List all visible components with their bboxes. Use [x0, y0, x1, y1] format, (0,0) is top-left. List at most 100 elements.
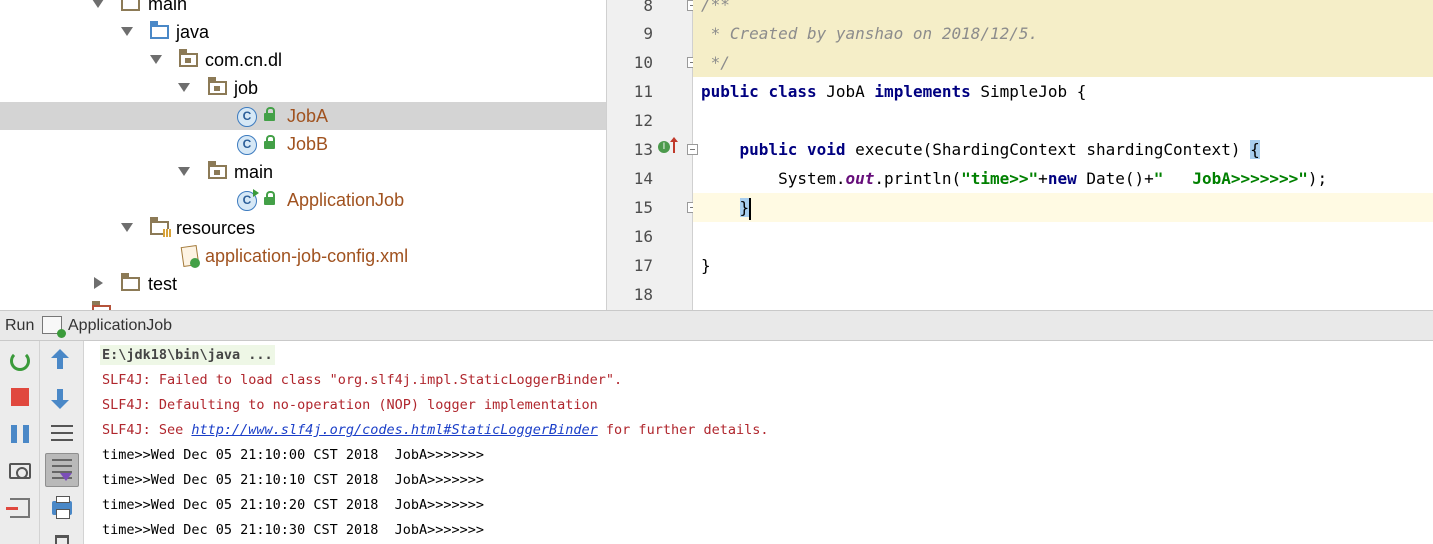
tree-item-main-package[interactable]: main: [0, 158, 606, 186]
code-text: +: [1038, 169, 1048, 188]
tree-item-job[interactable]: job: [0, 74, 606, 102]
tree-item-jobb[interactable]: C JobB: [0, 130, 606, 158]
run-configuration-icon: [42, 316, 66, 338]
pause-icon: [11, 425, 29, 443]
matched-brace: }: [739, 198, 750, 217]
line-number: 10: [633, 53, 653, 72]
console-error-line: SLF4J: Defaulting to no-operation (NOP) …: [102, 397, 598, 413]
keyword: public: [701, 82, 759, 101]
doc-comment: /**: [701, 0, 730, 14]
method-signature: execute(ShardingContext shardingContext): [855, 140, 1251, 159]
code-text: }: [701, 256, 711, 275]
code-line-16[interactable]: [693, 222, 1433, 251]
package-icon: [179, 49, 198, 67]
tree-item-applicationjob[interactable]: C ApplicationJob: [0, 186, 606, 214]
code-line-18[interactable]: [693, 280, 1433, 309]
code-line-11[interactable]: public class JobA implements SimpleJob {: [693, 77, 1433, 106]
code-line-8[interactable]: /**: [693, 0, 1433, 19]
collapse-arrow-icon[interactable]: [94, 277, 103, 289]
expand-arrow-icon[interactable]: [92, 0, 104, 8]
line-number: 13: [633, 140, 653, 159]
doc-comment: */: [701, 53, 730, 72]
lock-icon: [264, 135, 275, 150]
code-line-10[interactable]: */: [693, 48, 1433, 77]
expand-arrow-icon[interactable]: [150, 55, 162, 64]
code-line-14[interactable]: System.out.println("time>>"+new Date()+"…: [693, 164, 1433, 193]
tree-item-label: resources: [176, 218, 256, 238]
tree-item-main[interactable]: main: [0, 0, 606, 18]
tree-item-label: application-job-config.xml: [205, 246, 409, 266]
console-output-line: time>>Wed Dec 05 21:10:10 CST 2018 JobA>…: [102, 472, 485, 488]
override-arrow-icon[interactable]: [670, 137, 678, 153]
code-editor[interactable]: 8 9 10 11 12 13 14 15 16 17 18 I /** * C…: [606, 0, 1433, 310]
code-text: Date()+: [1076, 169, 1154, 188]
console-text: for further details.: [597, 422, 769, 438]
tree-item-label: JobB: [287, 134, 329, 154]
tree-item-application-job-config[interactable]: application-job-config.xml: [0, 242, 606, 270]
run-tool-window-header: Run ApplicationJob: [0, 310, 1433, 341]
line-number: 8: [643, 0, 653, 15]
scroll-to-end-button[interactable]: [45, 453, 79, 487]
stop-button[interactable]: [6, 383, 34, 411]
console-command-line[interactable]: E:\jdk18\bin\java ...: [100, 345, 275, 365]
trash-icon: [55, 535, 69, 544]
console-text: SLF4J: See: [102, 422, 192, 438]
tree-item-resources[interactable]: resources: [0, 214, 606, 242]
exit-button[interactable]: [6, 494, 34, 522]
class-icon: C: [237, 107, 257, 127]
keyword: implements: [874, 82, 971, 101]
expand-arrow-icon[interactable]: [121, 223, 133, 232]
tree-item-label: job: [234, 78, 259, 98]
tree-item-label: ApplicationJob: [287, 190, 405, 210]
line-number: 18: [633, 285, 653, 304]
tree-item-joba[interactable]: C JobA: [0, 102, 606, 130]
class-icon: C: [237, 135, 257, 155]
code-line-9[interactable]: * Created by yanshao on 2018/12/5.: [693, 19, 1433, 48]
text-caret: [749, 197, 752, 220]
clear-all-button[interactable]: [48, 529, 76, 544]
run-configuration-tab[interactable]: ApplicationJob: [68, 317, 172, 335]
down-stack-button[interactable]: [48, 385, 76, 413]
keyword: new: [1047, 169, 1077, 188]
run-window-title: Run: [5, 317, 35, 334]
tree-item-com-cn-dl[interactable]: com.cn.dl: [0, 46, 606, 74]
code-line-12[interactable]: [693, 106, 1433, 135]
string-literal: " JobA>>>>>>>": [1153, 169, 1308, 188]
package-icon: [208, 77, 227, 95]
code-text: .println(: [874, 169, 962, 188]
tree-item-test[interactable]: test: [0, 270, 606, 298]
resources-folder-icon: [150, 217, 171, 237]
runnable-class-icon: C: [237, 189, 259, 211]
line-number: 14: [633, 169, 653, 188]
code-line-13[interactable]: public void execute(ShardingContext shar…: [693, 135, 1433, 164]
line-number: 12: [633, 111, 653, 130]
static-field: out: [845, 169, 875, 188]
source-folder-icon: [150, 21, 169, 39]
dump-threads-button[interactable]: [6, 457, 34, 485]
console-output-line: time>>Wed Dec 05 21:10:30 CST 2018 JobA>…: [102, 522, 485, 538]
expand-arrow-icon[interactable]: [178, 83, 190, 92]
tree-item-java[interactable]: java: [0, 18, 606, 46]
console-error-line: SLF4J: Failed to load class "org.slf4j.i…: [102, 372, 623, 388]
code-text: );: [1307, 169, 1328, 188]
console-output[interactable]: E:\jdk18\bin\java ... SLF4J: Failed to l…: [84, 341, 1433, 544]
expand-arrow-icon[interactable]: [178, 167, 190, 176]
implements-method-icon[interactable]: I: [658, 141, 670, 153]
line-number: 9: [643, 24, 653, 43]
expand-arrow-icon[interactable]: [121, 27, 133, 36]
rerun-button[interactable]: [6, 347, 34, 375]
doc-comment: * Created by yanshao on 2018/12/5.: [701, 24, 1039, 43]
up-stack-button[interactable]: [48, 347, 76, 375]
string-literal: "time>>": [961, 169, 1039, 188]
pause-button[interactable]: [6, 420, 34, 448]
tree-item-label: com.cn.dl: [205, 50, 283, 70]
interface-name: SimpleJob {: [980, 82, 1087, 101]
console-link[interactable]: http://www.slf4j.org/codes.html#StaticLo…: [191, 422, 597, 438]
tree-item-partial[interactable]: [0, 298, 606, 310]
console-output-line: time>>Wed Dec 05 21:10:00 CST 2018 JobA>…: [102, 447, 485, 463]
code-line-15[interactable]: }: [693, 193, 1433, 222]
soft-wrap-button[interactable]: [48, 420, 76, 448]
print-button[interactable]: [48, 495, 76, 523]
lock-icon: [264, 107, 275, 122]
code-line-17[interactable]: }: [693, 251, 1433, 280]
